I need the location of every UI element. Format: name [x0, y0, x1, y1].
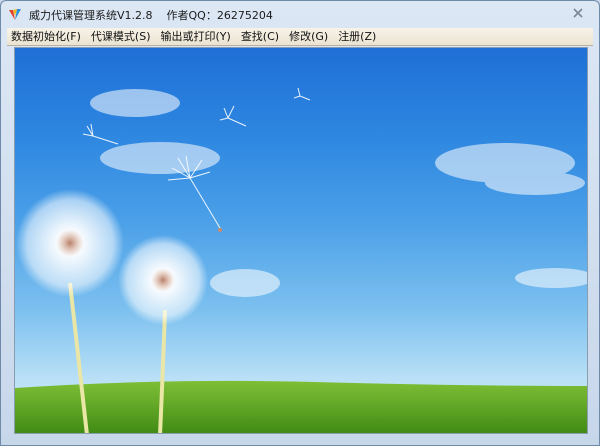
menu-modify[interactable]: 修改(G) — [284, 28, 333, 46]
menu-find[interactable]: 查找(C) — [236, 28, 284, 46]
window-title: 威力代课管理系统V1.2.8 作者QQ：26275204 — [29, 7, 273, 23]
menu-output-print[interactable]: 输出或打印(Y) — [156, 28, 236, 46]
background-image — [14, 47, 588, 434]
close-button[interactable] — [567, 5, 589, 21]
dandelion-scene — [15, 87, 587, 433]
app-logo-icon — [9, 8, 21, 20]
title-bar: 威力代课管理系统V1.2.8 作者QQ：26275204 — [1, 1, 599, 28]
close-icon — [573, 8, 583, 18]
menu-data-init[interactable]: 数据初始化(F) — [7, 28, 86, 46]
app-title: 威力代课管理系统V1.2.8 — [29, 8, 153, 22]
menu-register[interactable]: 注册(Z) — [333, 28, 381, 46]
menu-substitute-mode[interactable]: 代课模式(S) — [86, 28, 156, 46]
menu-bar: 数据初始化(F) 代课模式(S) 输出或打印(Y) 查找(C) 修改(G) 注册… — [7, 28, 593, 46]
author-info: 作者QQ：26275204 — [166, 8, 273, 22]
app-window: 威力代课管理系统V1.2.8 作者QQ：26275204 数据初始化(F) 代课模… — [0, 0, 600, 446]
